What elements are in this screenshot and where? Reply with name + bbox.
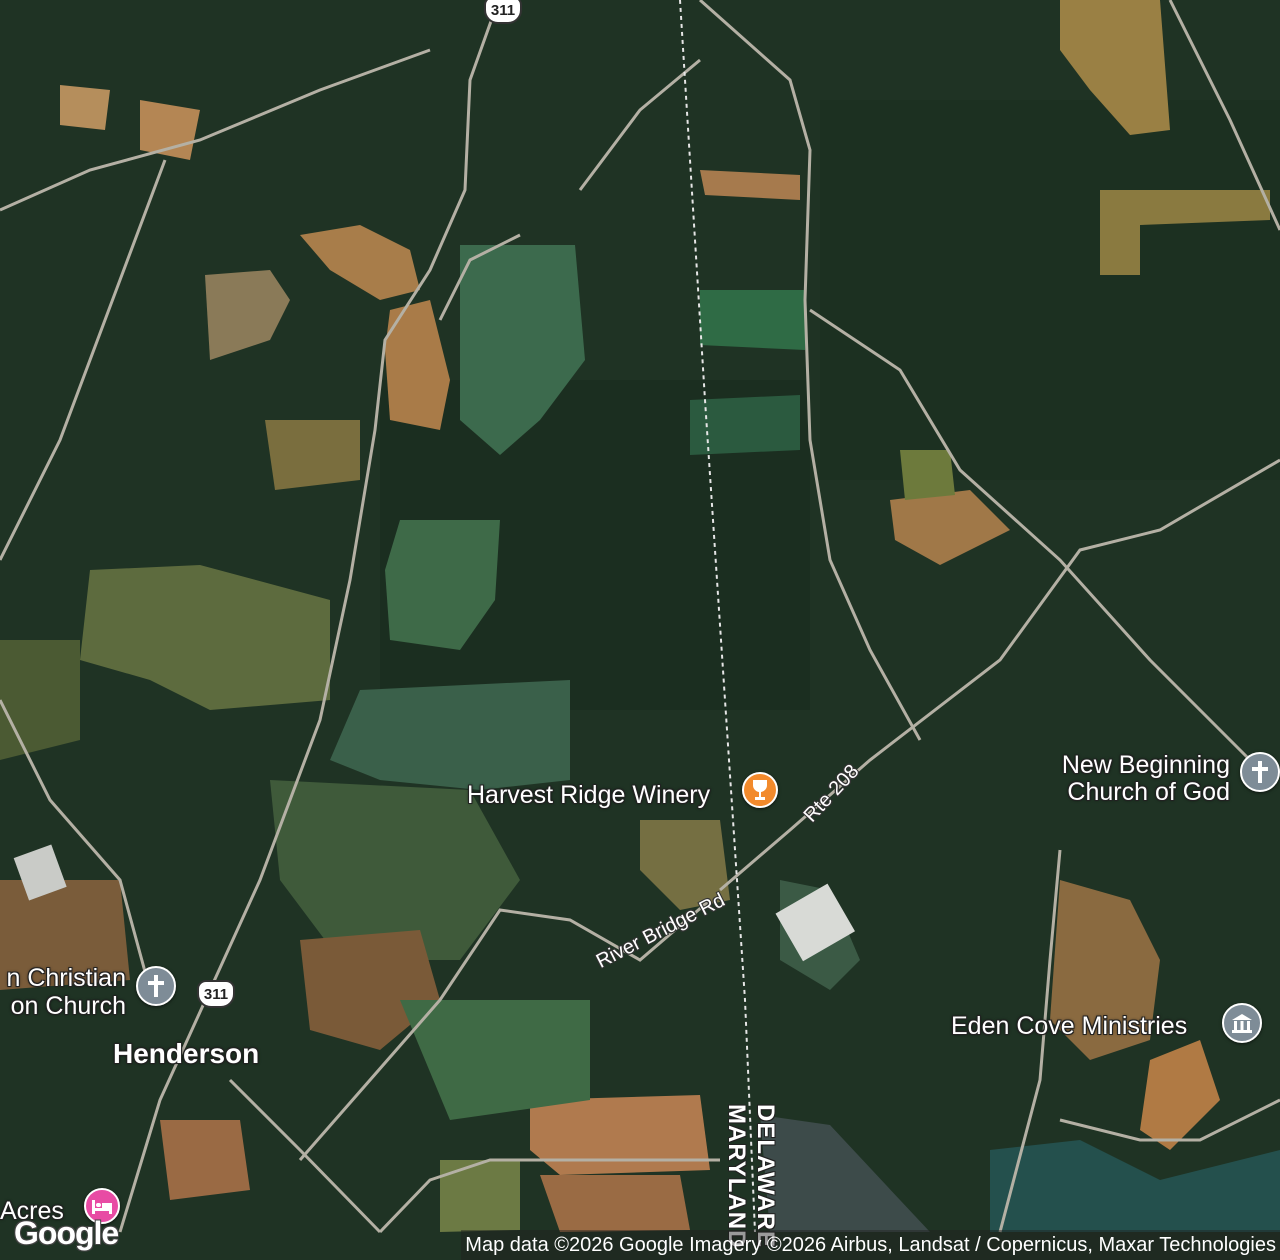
satellite-imagery	[0, 0, 1280, 1260]
place-label-winery[interactable]: Harvest Ridge Winery	[467, 781, 710, 809]
place-label-town[interactable]: Henderson	[113, 1040, 259, 1068]
place-label-church-west-line1[interactable]: n Christian	[0, 964, 127, 992]
state-label-delaware: DELAWARE	[752, 1104, 779, 1249]
place-label-church-line2[interactable]: Church of God	[1030, 778, 1230, 806]
google-logo[interactable]: Google	[14, 1215, 119, 1252]
route-number: 311	[203, 985, 229, 1003]
place-label-ministries[interactable]: Eden Cove Ministries	[951, 1012, 1187, 1040]
route-311-shield-top[interactable]: 311	[484, 0, 522, 24]
wine-glass-icon[interactable]	[742, 772, 778, 808]
cross-icon[interactable]	[1240, 752, 1280, 792]
place-label-church-west-line2[interactable]: on Church	[0, 992, 126, 1020]
map-attribution[interactable]: Map data ©2026 Google Imagery ©2026 Airb…	[461, 1230, 1280, 1260]
satellite-map[interactable]: 311 311 Rte 208 River Bridge Rd DELAWARE…	[0, 0, 1280, 1260]
place-label-church-line1[interactable]: New Beginning	[1030, 751, 1230, 779]
state-label-maryland: MARYLAND	[723, 1104, 750, 1249]
route-311-shield[interactable]: 311	[197, 980, 235, 1008]
route-number: 311	[490, 1, 516, 19]
temple-icon[interactable]	[1222, 1003, 1262, 1043]
cross-icon[interactable]	[136, 966, 176, 1006]
